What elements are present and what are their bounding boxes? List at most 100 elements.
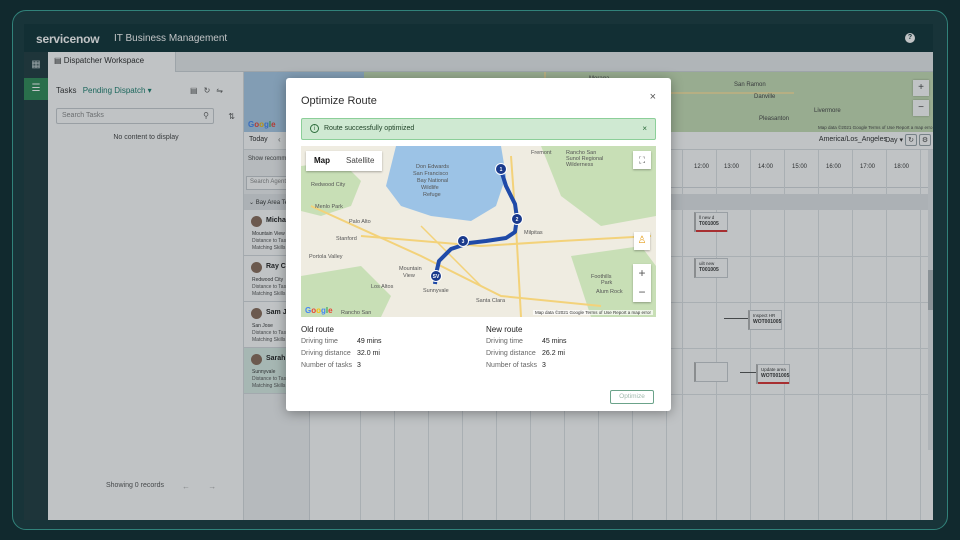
tab-dispatcher-workspace[interactable]: ▤ Dispatcher Workspace	[48, 52, 176, 72]
pending-dispatch-filter[interactable]: Pending Dispatch ▾	[83, 86, 152, 95]
map-label: Santa Clara	[476, 298, 506, 304]
old-driving-distance-row: Driving distance 32.0 mi	[301, 350, 471, 362]
task-card[interactable]	[694, 362, 728, 382]
app-title: IT Business Management	[114, 33, 228, 44]
schedule-scrollbar[interactable]	[928, 150, 933, 450]
old-route-heading: Old route	[301, 325, 334, 334]
task-card[interactable]: uilt new T001005	[694, 258, 728, 278]
new-tasks-row: Number of tasks 3	[486, 362, 656, 374]
map-label: Rancho San	[341, 310, 372, 316]
route-stop-pin[interactable]: 3	[457, 235, 469, 247]
map-label: Portola Valley	[309, 254, 343, 260]
optimize-button[interactable]: Optimize	[610, 390, 654, 404]
zoom-out-button[interactable]: −	[913, 100, 929, 116]
map-label: Sunnyvale	[423, 288, 449, 294]
fullscreen-icon[interactable]: ⛶	[633, 151, 651, 169]
map-type-control: Map Satellite	[306, 151, 383, 171]
map-label: Fremont	[531, 150, 552, 156]
zoom-out-button[interactable]: −	[633, 283, 651, 302]
today-button[interactable]: Today	[249, 136, 268, 143]
tasks-heading: Tasks Pending Dispatch ▾	[56, 86, 152, 95]
task-card[interactable]: Inspect HR WOT001005	[748, 310, 782, 330]
calendar-icon[interactable]: ▤	[190, 86, 204, 95]
label: Driving distance	[301, 350, 351, 357]
task-card-title: Update area	[761, 367, 786, 372]
route-stop-pin[interactable]: 1	[495, 163, 507, 175]
value: 26.2 mi	[542, 350, 565, 357]
task-card-id: WOT001005	[761, 373, 790, 379]
task-card-title: ll new d	[699, 215, 715, 220]
search-tasks-placeholder: Search Tasks	[62, 112, 104, 119]
map-route-icon[interactable]: ⇋	[216, 86, 229, 95]
map-label: Bay National	[417, 178, 449, 184]
pager-arrows[interactable]: ← →	[182, 482, 224, 491]
help-icon[interactable]: ?	[905, 33, 915, 43]
task-card-title: uilt new	[699, 261, 715, 266]
task-card-id: T001005	[699, 221, 719, 227]
grid-menu-icon[interactable]: ▦	[24, 54, 48, 76]
list-icon[interactable]: ☰	[24, 78, 48, 100]
view-select[interactable]: Day ▾	[885, 136, 903, 144]
avatar	[251, 308, 262, 319]
refresh-icon[interactable]: ↻	[204, 86, 217, 95]
map-label: Palo Alto	[349, 219, 371, 225]
records-count: Showing 0 records	[106, 482, 164, 489]
zoom-control: + −	[633, 264, 651, 302]
map-label: Alum Rock	[596, 289, 623, 295]
refresh-icon[interactable]: ↻	[905, 134, 917, 146]
old-route: Old route Driving time 49 mins Driving di…	[301, 325, 471, 374]
zoom-in-button[interactable]: +	[633, 264, 651, 283]
calendar-icon: ▤	[54, 56, 62, 65]
map-footer: Map data ©2021 Google Terms of Use Repor…	[532, 310, 653, 315]
label: Driving distance	[486, 350, 536, 357]
task-card[interactable]: Update area WOT001005	[756, 364, 790, 384]
hour-label: 13:00	[724, 164, 740, 170]
route-map[interactable]: Don Edwards San Francisco Bay National W…	[301, 146, 656, 317]
avatar	[251, 354, 262, 365]
map-label: Milpitas	[524, 230, 543, 236]
value: 49 mins	[357, 338, 382, 345]
route-stop-pin[interactable]: 2	[511, 213, 523, 225]
workspace-tab-strip: ▤ Dispatcher Workspace	[48, 52, 933, 72]
route-start-pin[interactable]: SV	[430, 270, 442, 282]
agent-location: Mountain View	[252, 231, 285, 237]
value: 45 mins	[542, 338, 567, 345]
sort-icon[interactable]: ⇅	[228, 112, 235, 121]
left-rail: ▦ ☰	[24, 52, 48, 520]
search-tasks-input[interactable]: Search Tasks ⚲	[56, 108, 214, 124]
alert-close-icon[interactable]: ×	[642, 124, 647, 133]
satellite-tab[interactable]: Satellite	[338, 151, 382, 171]
empty-state-text: No content to display	[113, 134, 179, 141]
value: 32.0 mi	[357, 350, 380, 357]
close-icon[interactable]: ×	[650, 91, 656, 103]
task-card[interactable]: ll new d T001005	[694, 212, 728, 232]
map-label: Don Edwards	[416, 164, 450, 170]
street-view-pegman-icon[interactable]: ♙	[634, 232, 650, 250]
map-town: Danville	[754, 94, 776, 100]
map-label: San Francisco	[413, 171, 449, 177]
timezone-select[interactable]: America/Los_Angeles	[819, 136, 887, 143]
scrollbar-thumb[interactable]	[928, 270, 933, 310]
label: Number of tasks	[486, 362, 537, 369]
map-label: Wildlife	[421, 185, 439, 191]
map-label: Menlo Park	[315, 204, 343, 210]
info-icon: i	[310, 124, 319, 133]
travel-connector	[724, 318, 748, 319]
hour-label: 12:00	[694, 164, 710, 170]
hour-label: 14:00	[758, 164, 774, 170]
workspace-tab-label: Dispatcher Workspace	[63, 56, 145, 65]
new-driving-distance-row: Driving distance 26.2 mi	[486, 350, 656, 362]
task-toolbar: ▤↻⇋	[190, 86, 229, 95]
map-label: Los Altos	[371, 284, 394, 290]
map-tab[interactable]: Map	[306, 151, 338, 171]
alert-message: Route successfully optimized	[324, 125, 415, 132]
success-alert: i Route successfully optimized ×	[301, 118, 656, 140]
task-card-title: Inspect HR	[753, 313, 776, 318]
zoom-in-button[interactable]: +	[913, 80, 929, 96]
new-route-heading: New route	[486, 325, 523, 334]
label: Driving time	[301, 338, 338, 345]
settings-icon[interactable]: ⚙	[919, 134, 931, 146]
agent-location: Sunnyvale	[252, 369, 276, 375]
hour-label: 16:00	[826, 164, 842, 170]
map-town: Pleasanton	[759, 116, 790, 122]
